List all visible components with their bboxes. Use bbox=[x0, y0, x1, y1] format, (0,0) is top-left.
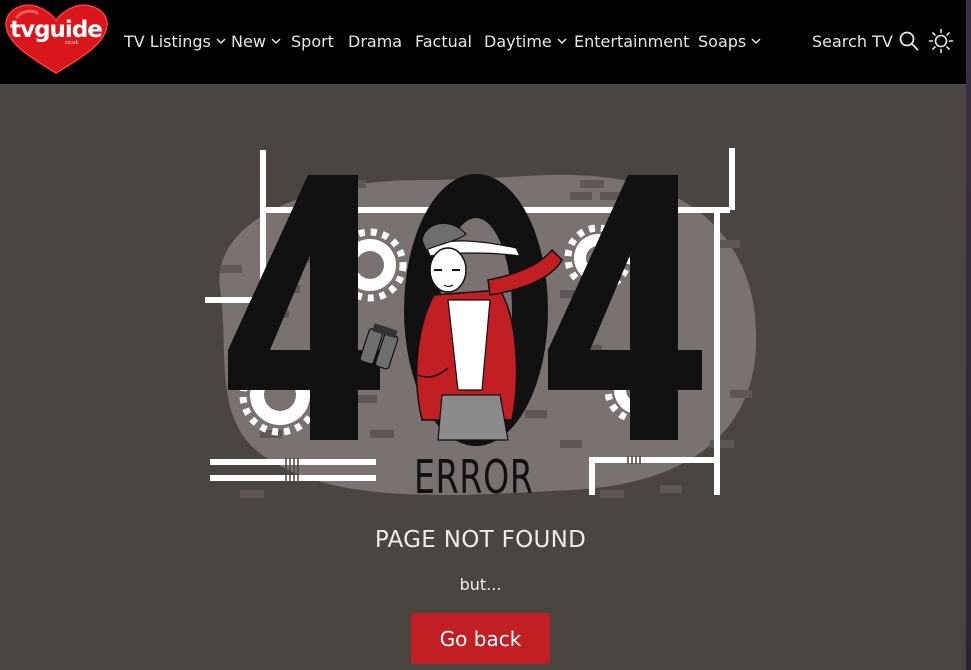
sun-icon bbox=[928, 28, 954, 54]
logo-subtext: co.uk bbox=[65, 40, 79, 46]
search-button[interactable]: Search TV bbox=[812, 29, 919, 53]
logo-text: tvguide bbox=[10, 17, 103, 43]
error-label: ERROR bbox=[414, 450, 534, 504]
chevron-down-icon bbox=[271, 38, 281, 45]
nav-item-soaps[interactable]: Soaps bbox=[698, 29, 762, 53]
nav-label: Entertainment bbox=[574, 31, 690, 51]
chevron-down-icon bbox=[751, 38, 761, 45]
nav-label: New bbox=[231, 31, 266, 51]
nav-item-drama[interactable]: Drama bbox=[348, 29, 402, 53]
nav-label: Daytime bbox=[484, 31, 552, 51]
nav-label: Drama bbox=[348, 31, 403, 51]
chevron-down-icon bbox=[557, 38, 567, 45]
nav-item-factual[interactable]: Factual bbox=[415, 29, 472, 53]
nav-label: Factual bbox=[415, 31, 472, 51]
nav-label: TV Listings bbox=[124, 31, 211, 51]
nav-item-sport[interactable]: Sport bbox=[291, 29, 334, 53]
go-back-button[interactable]: Go back bbox=[411, 613, 550, 664]
theme-toggle-button[interactable] bbox=[928, 28, 954, 54]
nav-item-tv-listings[interactable]: TV Listings bbox=[124, 29, 227, 53]
chevron-down-icon bbox=[216, 38, 226, 45]
search-icon bbox=[899, 31, 919, 51]
tvguide-logo[interactable]: tvguide co.uk bbox=[3, 3, 109, 75]
nav-item-new[interactable]: New bbox=[231, 29, 282, 53]
search-label: Search TV bbox=[812, 31, 893, 51]
nav-label: Soaps bbox=[698, 31, 747, 51]
window-edge bbox=[966, 0, 971, 670]
page-subtitle: but... bbox=[459, 575, 502, 594]
nav-label: Sport bbox=[291, 31, 334, 51]
nav-item-entertainment[interactable]: Entertainment bbox=[574, 29, 689, 53]
page-title: PAGE NOT FOUND bbox=[374, 527, 587, 553]
site-header: tvguide co.uk TV Listings New Sport Dram… bbox=[0, 0, 966, 84]
nav-item-daytime[interactable]: Daytime bbox=[484, 29, 568, 53]
